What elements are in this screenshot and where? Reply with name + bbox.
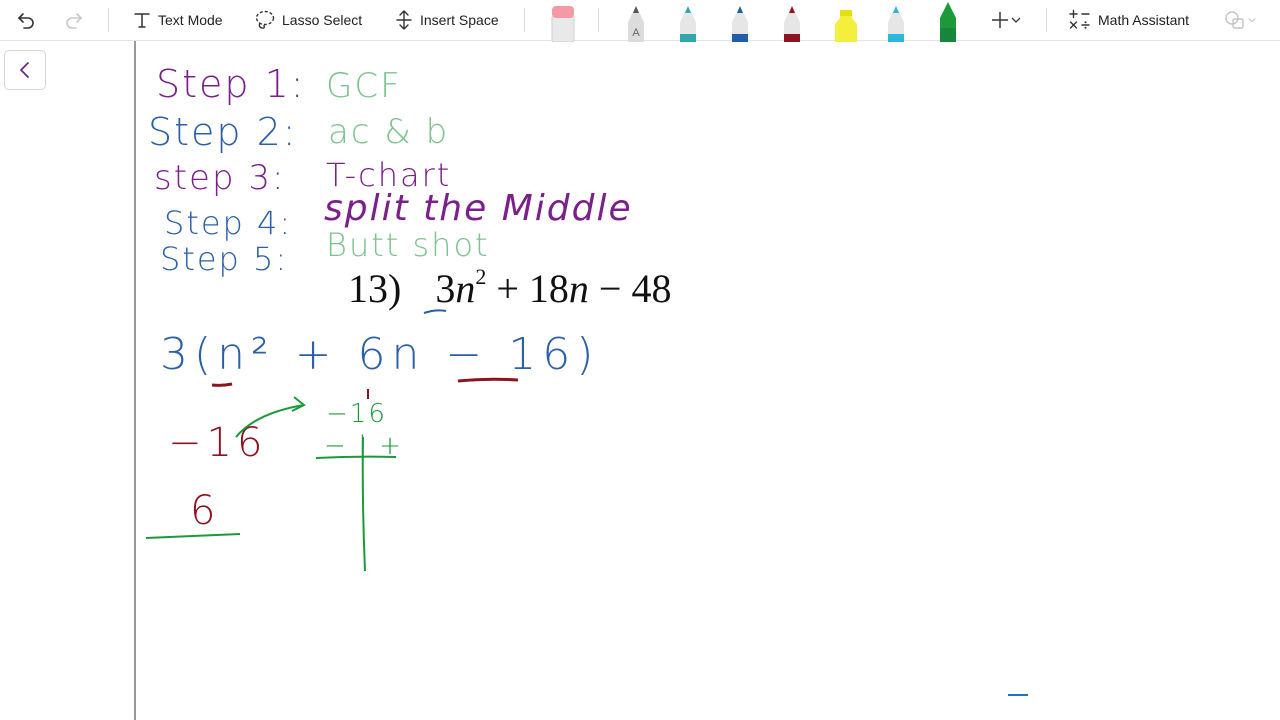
highlighter-yellow-tool[interactable] bbox=[832, 0, 860, 42]
lasso-icon bbox=[255, 10, 275, 29]
pen-teal-tool[interactable] bbox=[676, 0, 700, 42]
chevron-down-icon bbox=[1011, 17, 1021, 23]
chevron-down-icon bbox=[1248, 17, 1256, 23]
toolbar-divider bbox=[108, 8, 109, 32]
text-mode-button[interactable]: Text Mode bbox=[132, 6, 223, 34]
math-assistant-button[interactable]: Math Assistant bbox=[1068, 6, 1189, 34]
toolbar-divider bbox=[1046, 8, 1047, 32]
toolbar-divider bbox=[524, 8, 525, 32]
add-pen-button[interactable] bbox=[984, 6, 1028, 34]
insert-space-button[interactable]: Insert Space bbox=[394, 6, 499, 34]
redo-icon[interactable] bbox=[60, 6, 88, 34]
pen-blue-tool[interactable] bbox=[728, 0, 752, 42]
pen-cyan-tool[interactable] bbox=[884, 0, 908, 42]
svg-text:A: A bbox=[632, 27, 640, 39]
text-mode-label: Text Mode bbox=[158, 12, 223, 28]
shapes-button[interactable] bbox=[1218, 6, 1262, 34]
math-icon bbox=[1069, 9, 1090, 29]
pen-maroon-tool[interactable] bbox=[780, 0, 804, 42]
math-assistant-label: Math Assistant bbox=[1098, 12, 1190, 28]
eraser-tool[interactable] bbox=[550, 0, 576, 43]
back-button[interactable] bbox=[4, 50, 46, 90]
undo-icon[interactable] bbox=[12, 6, 40, 34]
lasso-select-label: Lasso Select bbox=[282, 12, 363, 28]
insert-space-icon bbox=[396, 10, 412, 30]
chevron-left-icon bbox=[20, 62, 29, 78]
ink-canvas[interactable]: Step 1: GCF Step 2: ac & b step 3: T-cha… bbox=[136, 41, 1280, 720]
text-mode-icon bbox=[134, 13, 150, 28]
ink-strokes bbox=[145, 309, 1028, 696]
lasso-select-button[interactable]: Lasso Select bbox=[254, 6, 362, 34]
plus-icon bbox=[992, 12, 1008, 28]
shapes-icon bbox=[1225, 11, 1244, 29]
insert-space-label: Insert Space bbox=[420, 12, 499, 28]
toolbar-divider bbox=[598, 8, 599, 32]
pencil-gray-tool[interactable]: A bbox=[624, 0, 648, 42]
pen-green-tool[interactable] bbox=[936, 0, 960, 42]
toolbar: Text Mode Lasso Select Insert Space A Ma… bbox=[0, 0, 1280, 43]
